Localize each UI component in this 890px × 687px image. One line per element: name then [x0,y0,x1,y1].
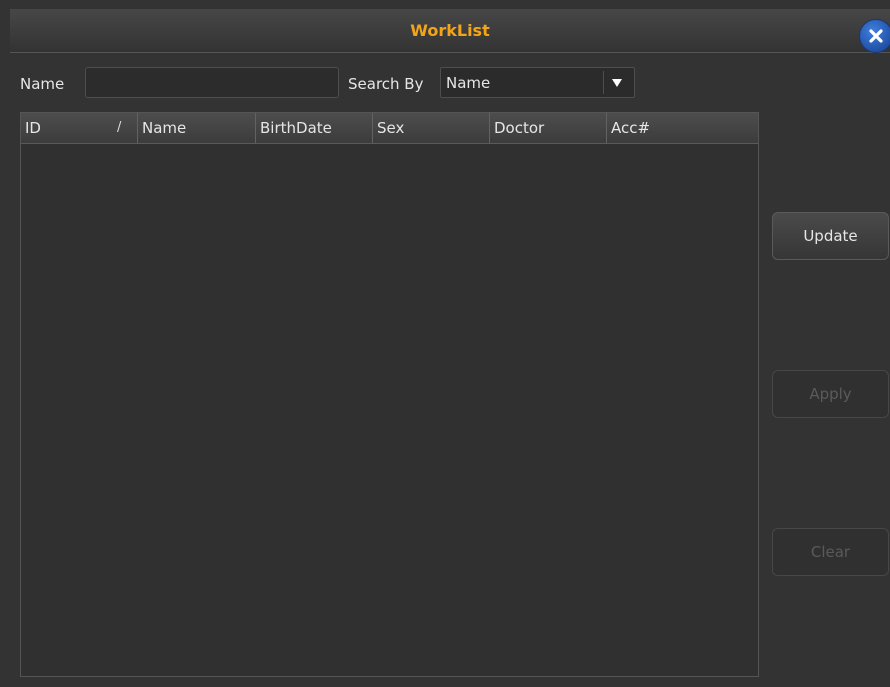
search-by-value: Name [446,74,491,92]
column-header-sex[interactable]: Sex [373,113,490,143]
apply-button[interactable]: Apply [772,370,889,418]
column-header-doctor[interactable]: Doctor [490,113,607,143]
column-header-acc[interactable]: Acc# [607,113,758,143]
worklist-window: WorkList Name Search By Name ID / Name B… [0,0,890,687]
table-header: ID / Name BirthDate Sex Doctor Acc# [21,113,758,144]
name-search-input[interactable] [85,67,339,98]
search-by-dropdown-button[interactable] [603,71,630,94]
close-button[interactable] [859,19,890,53]
close-icon [869,29,883,43]
name-label: Name [20,75,65,93]
title-bar: WorkList [10,9,890,53]
search-by-label: Search By [348,75,424,93]
column-header-id[interactable]: ID / [21,113,138,143]
sort-indicator-icon: / [117,120,122,135]
column-header-name[interactable]: Name [138,113,256,143]
chevron-down-icon [612,79,622,87]
update-button[interactable]: Update [772,212,889,260]
column-label-id: ID [25,119,41,137]
worklist-table: ID / Name BirthDate Sex Doctor Acc# [20,112,759,677]
column-header-birthdate[interactable]: BirthDate [256,113,373,143]
clear-button[interactable]: Clear [772,528,889,576]
search-by-select[interactable]: Name [440,67,635,98]
window-title: WorkList [410,21,490,40]
table-body[interactable] [21,144,758,676]
